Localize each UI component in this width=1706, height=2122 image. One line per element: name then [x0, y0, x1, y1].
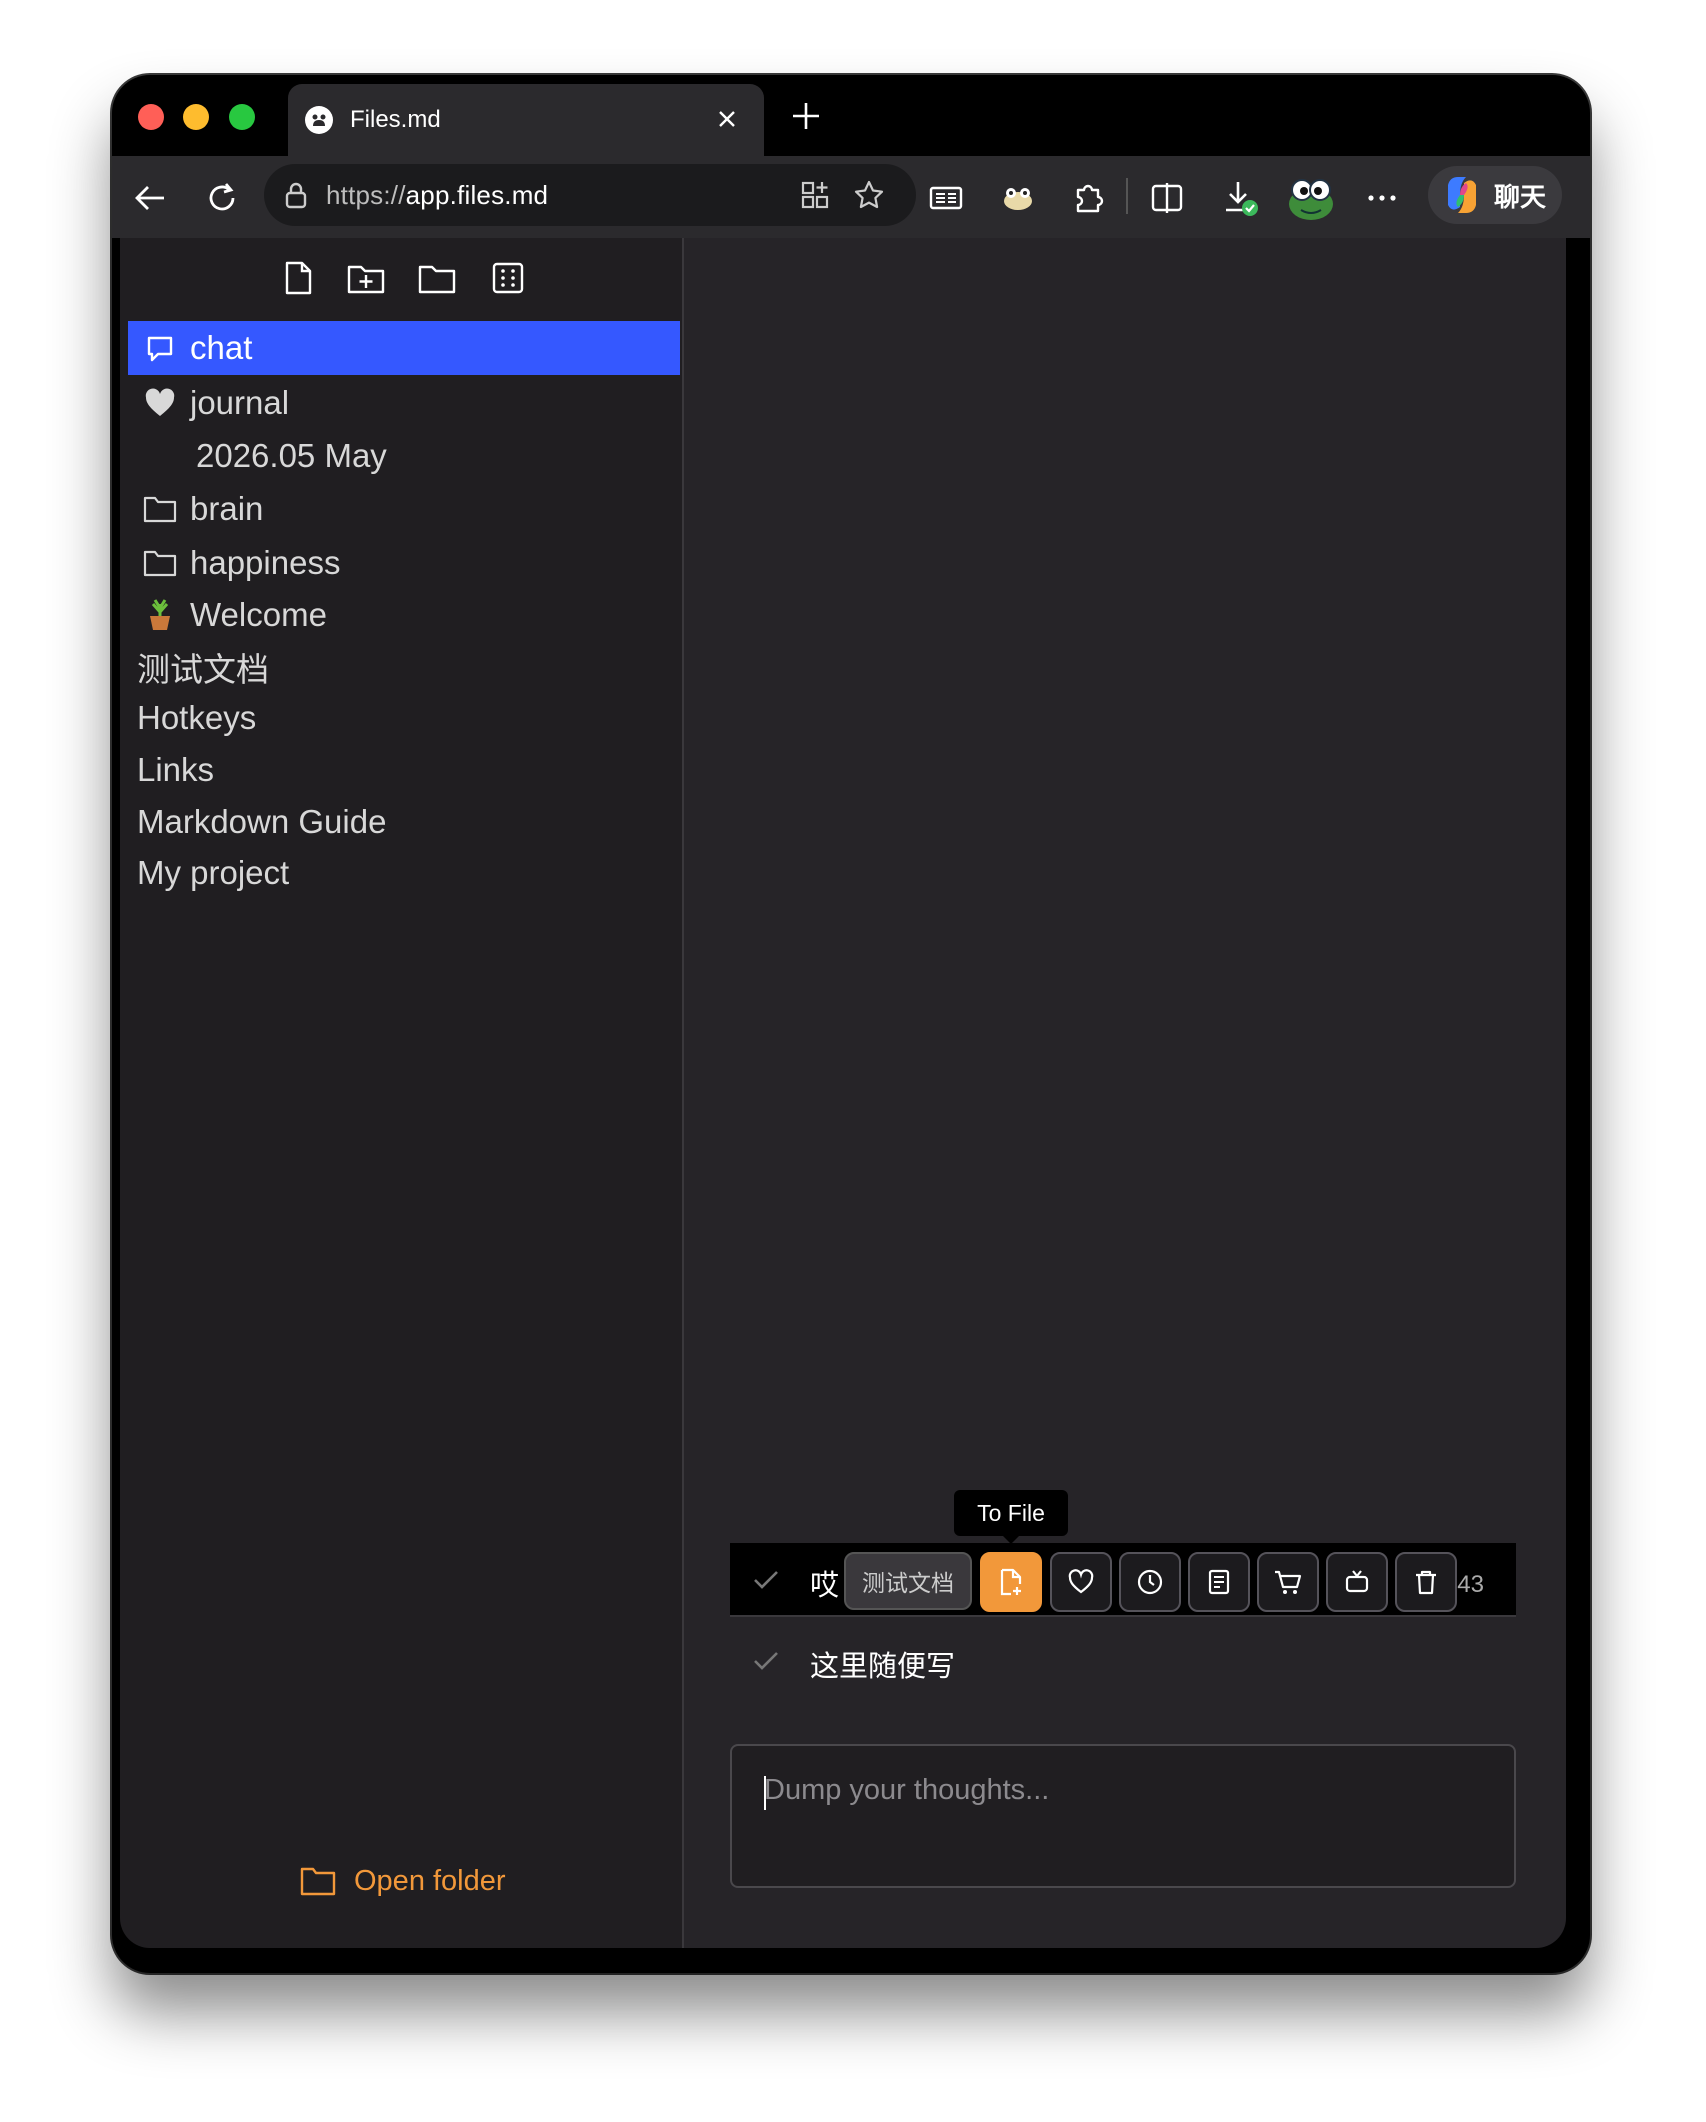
open-folder-icon[interactable]: [417, 258, 457, 298]
text-caret: [764, 1776, 766, 1810]
sidebar-item-links[interactable]: Links: [128, 743, 680, 797]
sidebar-item-journal-month[interactable]: 2026.05 May: [128, 429, 680, 483]
more-menu-icon[interactable]: [1360, 176, 1404, 220]
sidebar-item-label: Welcome: [190, 596, 327, 633]
reload-icon[interactable]: [200, 176, 244, 220]
sidebar-item-label: Links: [137, 751, 215, 788]
folder-icon: [140, 489, 180, 529]
lock-icon[interactable]: [282, 180, 312, 210]
browser-tab[interactable]: Files.md: [288, 84, 764, 156]
heart-icon: [140, 383, 180, 423]
layout-grid-icon[interactable]: [488, 258, 528, 298]
url-text: https://app.files.md: [326, 180, 548, 211]
folder-icon: [140, 543, 180, 583]
address-bar[interactable]: https://app.files.md: [264, 164, 916, 226]
delete-trash-button[interactable]: [1395, 1552, 1457, 1612]
tab-title: Files.md: [350, 106, 441, 133]
check-icon[interactable]: [750, 1644, 782, 1681]
extensions-puzzle-icon[interactable]: [1066, 176, 1110, 220]
sidebar-item-chat[interactable]: chat: [128, 321, 680, 375]
message-count: 43: [1457, 1571, 1484, 1598]
sidebar-item-happiness[interactable]: happiness: [128, 536, 680, 590]
note-button[interactable]: [1188, 1552, 1250, 1612]
potted-plant-icon: [140, 595, 180, 635]
add-app-icon[interactable]: [796, 176, 834, 214]
favorite-button[interactable]: [1050, 1552, 1112, 1612]
downloads-icon[interactable]: [1218, 176, 1262, 220]
open-folder-label: Open folder: [354, 1864, 506, 1897]
sidebar-item-label: 2026.05 May: [196, 437, 387, 474]
shopping-cart-button[interactable]: [1257, 1552, 1319, 1612]
favorite-star-icon[interactable]: [850, 176, 888, 214]
message-text: 这里随便写: [810, 1651, 956, 1683]
sidebar-item-markdown-guide[interactable]: Markdown Guide: [128, 795, 680, 849]
sidebar-item-label: happiness: [190, 544, 341, 581]
sidebar-item-journal[interactable]: journal: [128, 376, 680, 430]
message-input[interactable]: Dump your thoughts...: [730, 1744, 1516, 1888]
frog-extension-icon[interactable]: [996, 176, 1040, 220]
new-file-icon[interactable]: [278, 258, 318, 298]
zoom-window-button[interactable]: [229, 104, 255, 130]
reminder-clock-button[interactable]: [1119, 1552, 1181, 1612]
copilot-label: 聊天: [1494, 181, 1547, 212]
sidebar-item-label: chat: [190, 329, 253, 366]
toolbar-divider: [1126, 178, 1128, 214]
close-tab-icon[interactable]: [710, 102, 744, 136]
tooltip: To File: [954, 1490, 1068, 1544]
sidebar-item-my-project[interactable]: My project: [128, 846, 680, 900]
url-host: app.files.md: [405, 180, 549, 210]
url-scheme: https://: [326, 180, 406, 210]
sidebar-item-welcome[interactable]: Welcome: [128, 588, 680, 642]
sidebar-item-label: brain: [190, 490, 264, 527]
sidebar-item-hotkeys[interactable]: Hotkeys: [128, 691, 680, 745]
sidebar-item-label: journal: [190, 384, 290, 421]
sidebar-item-label: 测试文档: [137, 651, 269, 688]
back-icon[interactable]: [128, 176, 172, 220]
new-tab-button[interactable]: [786, 96, 826, 136]
chat-bubble-icon: [140, 328, 180, 368]
copilot-chat-button[interactable]: 聊天: [1428, 166, 1562, 224]
to-file-button[interactable]: [980, 1552, 1042, 1612]
copilot-icon: [1448, 177, 1476, 213]
target-file-chip[interactable]: 测试文档: [844, 1552, 972, 1610]
github-icon: [302, 103, 336, 137]
message-text: 哎: [810, 1570, 840, 1602]
folder-icon: [300, 1861, 340, 1901]
sidebar-item-label: Hotkeys: [137, 699, 257, 736]
chat-message[interactable]: 这里随便写: [730, 1624, 1516, 1696]
minimize-window-button[interactable]: [183, 104, 209, 130]
split-screen-icon[interactable]: [1145, 176, 1189, 220]
check-icon[interactable]: [750, 1563, 782, 1600]
profile-avatar[interactable]: [1284, 176, 1338, 220]
sidebar-item-test-doc[interactable]: 测试文档: [128, 640, 680, 694]
reading-view-icon[interactable]: [924, 176, 968, 220]
sidebar-item-label: Markdown Guide: [137, 803, 387, 840]
close-window-button[interactable]: [138, 104, 164, 130]
sidebar-item-label: My project: [137, 854, 290, 891]
open-folder-button[interactable]: Open folder: [300, 1858, 506, 1904]
sidebar-item-brain[interactable]: brain: [128, 482, 680, 536]
input-placeholder: Dump your thoughts...: [764, 1774, 1050, 1806]
new-folder-icon[interactable]: [346, 258, 386, 298]
tv-button[interactable]: [1326, 1552, 1388, 1612]
